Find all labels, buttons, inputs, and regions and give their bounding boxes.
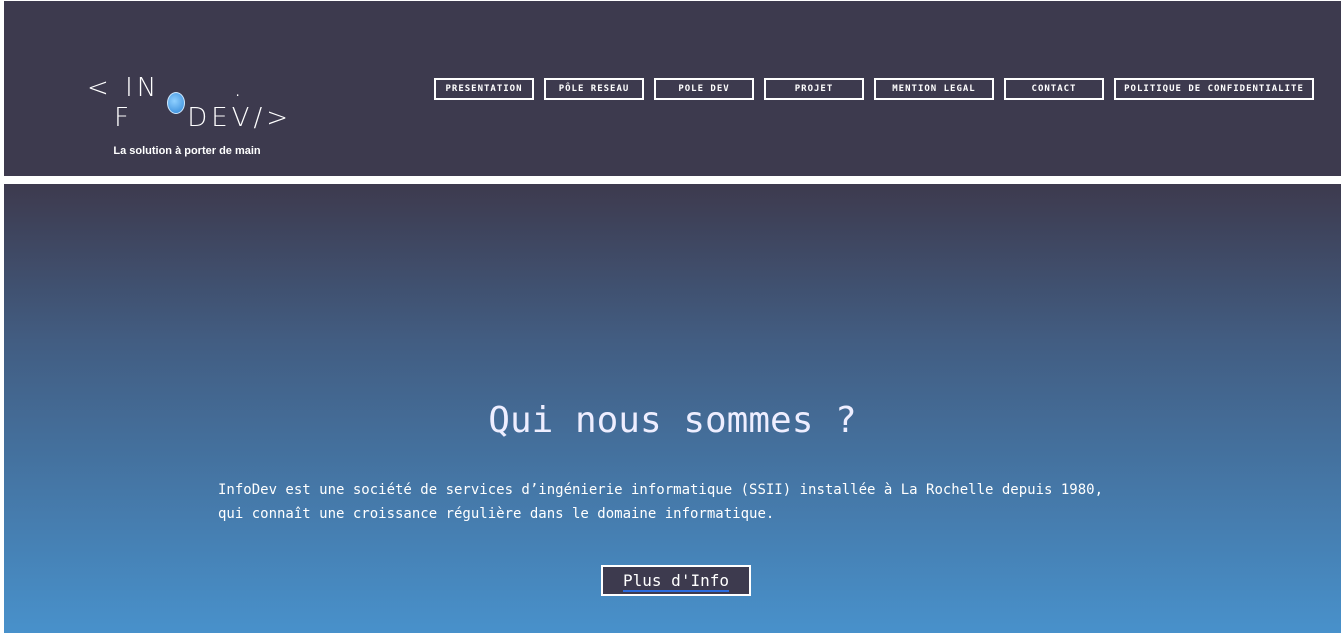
- more-info-button[interactable]: Plus d'Info: [601, 565, 751, 596]
- nav-pole-reseau[interactable]: PÔLE RESEAU: [544, 78, 644, 100]
- main-nav: PRESENTATION PÔLE RESEAU POLE DEV PROJET…: [434, 78, 1314, 100]
- logo-wordmark: < IN F . DEV/>: [82, 73, 292, 133]
- nav-politique-confidentialite[interactable]: POLITIQUE DE CONFIDENTIALITE: [1114, 78, 1314, 100]
- globe-icon: [167, 92, 186, 114]
- logo-text-left: < IN F: [87, 73, 161, 133]
- nav-presentation[interactable]: PRESENTATION: [434, 78, 534, 100]
- nav-contact[interactable]: CONTACT: [1004, 78, 1104, 100]
- hero-description: InfoDev est une société de services d’in…: [218, 482, 1104, 522]
- nav-pole-dev[interactable]: POLE DEV: [654, 78, 754, 100]
- site-header: < IN F . DEV/> La solution à porter de m…: [4, 1, 1341, 176]
- nav-projet[interactable]: PROJET: [764, 78, 864, 100]
- hero-title: Qui nous sommes ?: [488, 400, 857, 441]
- logo-text-right: . DEV/>: [187, 73, 292, 133]
- hero-section: Qui nous sommes ? InfoDev est une sociét…: [4, 184, 1341, 633]
- logo[interactable]: < IN F . DEV/> La solution à porter de m…: [82, 73, 292, 157]
- more-info-label: Plus d'Info: [623, 571, 729, 592]
- logo-tagline: La solution à porter de main: [113, 145, 261, 157]
- nav-mention-legal[interactable]: MENTION LEGAL: [874, 78, 994, 100]
